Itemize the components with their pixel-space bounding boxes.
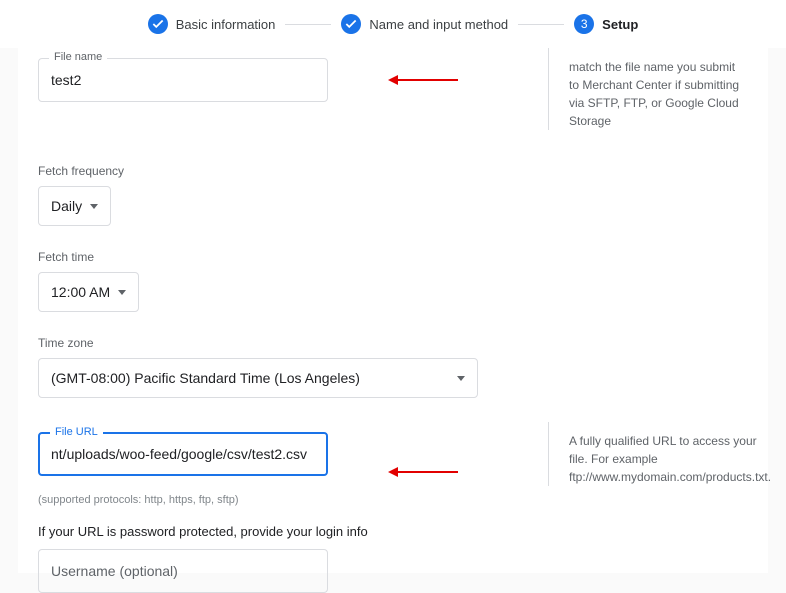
- username-field[interactable]: [38, 549, 328, 593]
- chevron-down-icon: [118, 290, 126, 295]
- time-zone-label: Time zone: [38, 336, 748, 350]
- time-zone-select[interactable]: (GMT-08:00) Pacific Standard Time (Los A…: [38, 358, 478, 398]
- fetch-time-label: Fetch time: [38, 250, 748, 264]
- check-icon: [341, 14, 361, 34]
- fetch-frequency-label: Fetch frequency: [38, 164, 748, 178]
- annotation-arrow: [388, 467, 458, 477]
- check-icon: [148, 14, 168, 34]
- step-label: Name and input method: [369, 17, 508, 32]
- step-name-and-input-method[interactable]: Name and input method: [341, 14, 508, 34]
- step-basic-information[interactable]: Basic information: [148, 14, 276, 34]
- fetch-frequency-select[interactable]: Daily: [38, 186, 111, 226]
- username-input[interactable]: [51, 563, 315, 579]
- chevron-down-icon: [457, 376, 465, 381]
- progress-stepper: Basic information Name and input method …: [0, 0, 786, 48]
- step-setup[interactable]: 3 Setup: [574, 14, 638, 34]
- file-url-label: File URL: [50, 426, 103, 438]
- fetch-time-select[interactable]: 12:00 AM: [38, 272, 139, 312]
- auth-prompt: If your URL is password protected, provi…: [38, 524, 748, 539]
- file-url-input[interactable]: [51, 446, 315, 462]
- file-name-input[interactable]: [51, 72, 315, 88]
- file-name-label: File name: [49, 51, 107, 63]
- step-divider: [518, 24, 564, 25]
- step-divider: [285, 24, 331, 25]
- fetch-frequency-value: Daily: [51, 198, 82, 214]
- supported-protocols-hint: (supported protocols: http, https, ftp, …: [38, 494, 748, 506]
- step-label: Setup: [602, 17, 638, 32]
- file-url-field[interactable]: File URL: [38, 432, 328, 476]
- time-zone-value: (GMT-08:00) Pacific Standard Time (Los A…: [51, 370, 360, 386]
- file-name-help: match the file name you submit to Mercha…: [548, 48, 748, 130]
- step-number-badge: 3: [574, 14, 594, 34]
- step-label: Basic information: [176, 17, 276, 32]
- chevron-down-icon: [90, 204, 98, 209]
- fetch-time-value: 12:00 AM: [51, 284, 110, 300]
- annotation-arrow: [388, 75, 458, 85]
- file-name-field[interactable]: File name: [38, 58, 328, 102]
- file-url-help: A fully qualified URL to access your fil…: [548, 422, 771, 486]
